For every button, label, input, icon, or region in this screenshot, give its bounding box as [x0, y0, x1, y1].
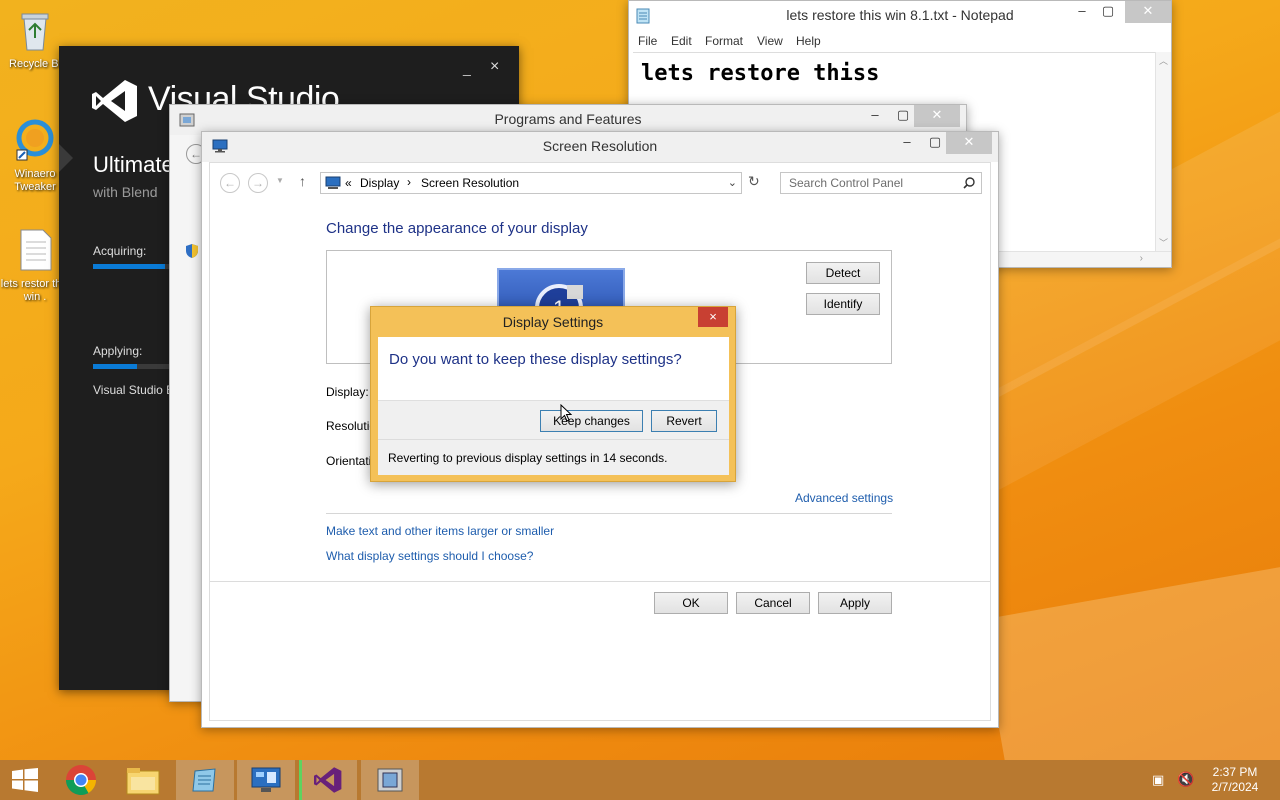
menu-view[interactable]: View: [757, 34, 783, 48]
vs-acquiring-progress: [93, 264, 165, 269]
start-button[interactable]: [0, 760, 50, 800]
notepad-content: lets restore thiss: [641, 61, 880, 86]
desktop: Recycle Bi Winaero Tweaker lets restor t…: [0, 0, 1280, 760]
display-label: Display:: [326, 385, 369, 399]
recent-locations-chevron-icon[interactable]: ▼: [276, 176, 284, 185]
windows-logo-icon: [12, 768, 38, 792]
resolution-label: Resolutio: [326, 419, 377, 433]
breadcrumb-screen-resolution[interactable]: Screen Resolution: [421, 176, 519, 190]
apply-button[interactable]: Apply: [818, 592, 892, 614]
vs-status-text: Visual Studio E: [93, 383, 175, 397]
dialog-close-button[interactable]: ×: [698, 307, 728, 327]
taskbar-visual-studio[interactable]: [299, 760, 357, 800]
footer-divider: [210, 581, 990, 582]
dialog-button-strip: Keep changes Revert Reverting to previou…: [378, 400, 729, 475]
display-settings-dialog: Display Settings × Do you want to keep t…: [370, 306, 736, 482]
winaero-tweaker-icon: [16, 119, 54, 161]
countdown-text: Reverting to previous display settings i…: [388, 451, 668, 465]
visual-studio-taskbar-icon: [314, 767, 342, 793]
vs-subtitle: with Blend: [93, 184, 158, 200]
pf-minimize-button[interactable]: –: [860, 105, 890, 127]
vs-edition: Ultimate: [93, 152, 174, 177]
vs-acquiring-label: Acquiring:: [93, 244, 147, 258]
volume-muted-icon[interactable]: 🔇: [1177, 771, 1194, 788]
ok-button[interactable]: OK: [654, 592, 728, 614]
taskbar-chrome[interactable]: [52, 760, 110, 800]
taskbar-control-panel[interactable]: [237, 760, 295, 800]
screen-resolution-titlebar: Screen Resolution – ▢ ✕: [202, 132, 998, 162]
visual-studio-logo-icon: [92, 80, 137, 122]
forward-arrow-icon[interactable]: →: [248, 173, 268, 193]
clock-date: 2/7/2024: [1211, 780, 1259, 794]
programs-features-title: Programs and Features: [494, 111, 642, 127]
up-arrow-icon[interactable]: ↑: [299, 173, 306, 189]
screen-resolution-title: Screen Resolution: [542, 138, 658, 154]
chrome-icon: [66, 765, 96, 796]
vs-progress-indicator: [299, 760, 302, 800]
vs-edition-marker: [59, 144, 73, 172]
vs-minimize-button[interactable]: _: [463, 60, 471, 76]
taskbar-programs-features[interactable]: [361, 760, 419, 800]
refresh-icon[interactable]: ↻: [748, 173, 760, 190]
scroll-down-arrow-icon[interactable]: ﹀: [1159, 236, 1168, 249]
search-input[interactable]: Search Control Panel: [780, 172, 982, 194]
clock-time: 2:37 PM: [1212, 765, 1258, 779]
taskbar-notepad[interactable]: [176, 760, 234, 800]
dialog-title: Display Settings: [502, 314, 604, 330]
vs-applying-label: Applying:: [93, 344, 143, 358]
scroll-right-arrow-icon[interactable]: ›: [1140, 253, 1143, 264]
search-placeholder: Search Control Panel: [789, 176, 904, 190]
search-icon[interactable]: [963, 177, 975, 189]
dialog-body: Do you want to keep these display settin…: [378, 337, 729, 475]
notepad-titlebar: lets restore this win 8.1.txt - Notepad …: [629, 1, 1171, 31]
vs-applying-progress: [93, 364, 137, 369]
detect-button[interactable]: Detect: [806, 262, 880, 284]
divider: [326, 513, 892, 514]
menu-help[interactable]: Help: [796, 34, 821, 48]
notepad-taskbar-icon: [192, 768, 216, 792]
notepad-close-button[interactable]: ✕: [1125, 1, 1171, 23]
sr-minimize-button[interactable]: –: [892, 132, 922, 154]
display-settings-help-link[interactable]: What display settings should I choose?: [326, 549, 533, 563]
pf-close-button[interactable]: ✕: [914, 105, 960, 127]
shield-icon: [186, 244, 198, 258]
control-panel-icon: [325, 176, 341, 189]
advanced-settings-link[interactable]: Advanced settings: [795, 491, 893, 505]
menu-file[interactable]: File: [638, 34, 657, 48]
sr-close-button[interactable]: ✕: [946, 132, 992, 154]
notepad-maximize-button[interactable]: ▢: [1093, 1, 1123, 23]
network-icon[interactable]: ▣: [1152, 772, 1164, 788]
vs-close-button[interactable]: ×: [490, 58, 499, 76]
breadcrumb-display[interactable]: Display: [360, 176, 399, 190]
address-bar[interactable]: « Display › Screen Resolution ⌄: [320, 172, 742, 194]
keep-changes-button[interactable]: Keep changes: [540, 410, 643, 432]
scroll-up-arrow-icon[interactable]: ︿: [1159, 54, 1168, 67]
text-file-icon: [20, 229, 52, 271]
text-size-link[interactable]: Make text and other items larger or smal…: [326, 524, 554, 538]
address-dropdown-icon[interactable]: ⌄: [728, 176, 737, 189]
menu-format[interactable]: Format: [705, 34, 743, 48]
breadcrumb-separator: «: [345, 176, 352, 190]
taskbar: ▣ 🔇 2:37 PM 2/7/2024: [0, 760, 1280, 800]
revert-button[interactable]: Revert: [651, 410, 717, 432]
control-panel-taskbar-icon: [251, 767, 281, 792]
orientation-label: Orientati: [326, 454, 372, 468]
taskbar-file-explorer[interactable]: [114, 760, 172, 800]
programs-features-taskbar-icon: [377, 768, 403, 792]
dialog-question: Do you want to keep these display settin…: [389, 351, 682, 368]
identify-button[interactable]: Identify: [806, 293, 880, 315]
breadcrumb-arrow-icon[interactable]: ›: [407, 175, 411, 189]
file-explorer-icon: [126, 768, 160, 795]
cancel-button[interactable]: Cancel: [736, 592, 810, 614]
dialog-divider: [378, 439, 729, 440]
back-arrow-icon[interactable]: ←: [220, 173, 240, 193]
system-clock[interactable]: 2:37 PM 2/7/2024: [1200, 765, 1270, 795]
notepad-vertical-scrollbar[interactable]: ︿ ﹀: [1155, 52, 1171, 251]
recycle-bin-icon: [21, 13, 49, 51]
page-heading: Change the appearance of your display: [326, 220, 588, 237]
mouse-cursor-icon: [560, 404, 572, 422]
menu-edit[interactable]: Edit: [671, 34, 692, 48]
wallpaper-stripe: [980, 550, 1280, 760]
notepad-menu-bar: File Edit Format View Help: [629, 31, 1171, 51]
